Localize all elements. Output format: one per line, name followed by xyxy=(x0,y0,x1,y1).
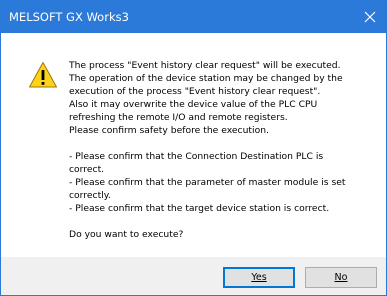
no-button[interactable]: No xyxy=(305,267,377,288)
title-bar[interactable]: MELSOFT GX Works3 xyxy=(1,1,386,33)
dialog-content: The process "Event history clear request… xyxy=(1,33,386,257)
window-title: MELSOFT GX Works3 xyxy=(9,10,129,24)
close-icon xyxy=(364,11,376,23)
button-bar: Yes No xyxy=(1,257,386,295)
warning-icon xyxy=(29,62,57,88)
close-button[interactable] xyxy=(360,7,380,27)
no-button-label: No xyxy=(334,272,348,283)
dialog-message: The process "Event history clear request… xyxy=(69,60,346,240)
yes-button[interactable]: Yes xyxy=(223,267,295,288)
message-dialog: MELSOFT GX Works3 The process "Event his… xyxy=(0,0,387,296)
yes-button-label: Yes xyxy=(251,272,267,283)
